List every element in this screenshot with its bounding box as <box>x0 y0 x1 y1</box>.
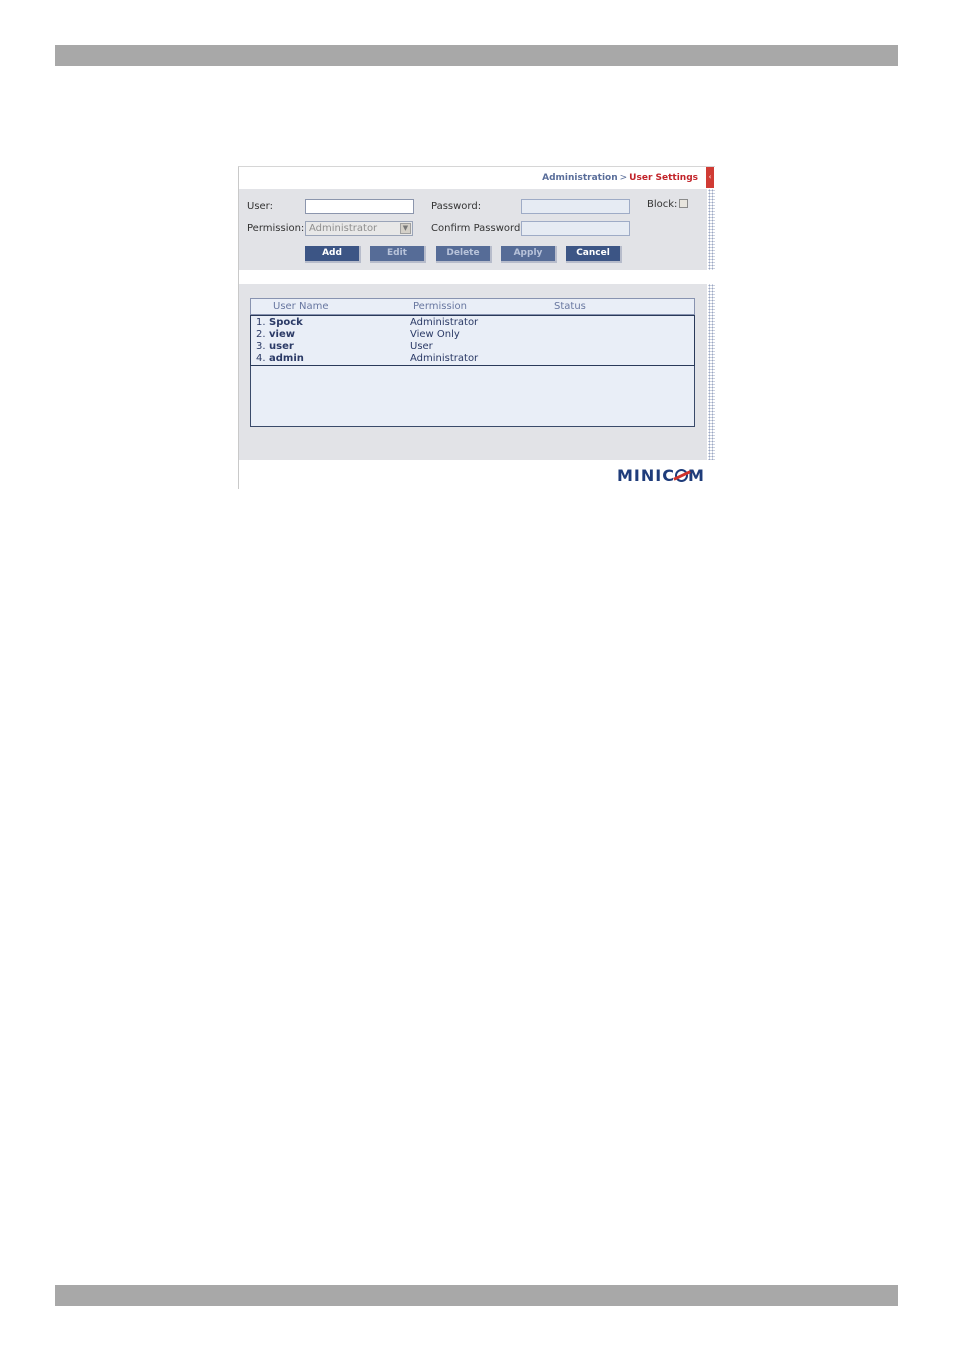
user-input[interactable] <box>305 199 414 214</box>
table-row[interactable]: 1. Spock Administrator <box>251 317 691 329</box>
logo-text-start: MINIC <box>617 466 675 485</box>
add-button[interactable]: Add <box>305 246 361 263</box>
password-label: Password: <box>431 201 482 212</box>
breadcrumb: Administration > User Settings <box>542 173 698 183</box>
footer-bar <box>55 1285 898 1306</box>
collapse-tab[interactable]: ‹ <box>706 167 714 188</box>
column-header-status[interactable]: Status <box>554 301 586 312</box>
user-label: User: <box>247 201 273 212</box>
block-checkbox[interactable] <box>679 199 688 208</box>
user-table: User Name Permission Status 1. Spock Adm… <box>250 298 695 427</box>
row-number: 3. <box>256 341 266 352</box>
table-row[interactable]: 3. user User <box>251 341 691 353</box>
chevron-down-icon[interactable]: ▼ <box>400 223 411 234</box>
breadcrumb-user-settings: User Settings <box>629 173 698 183</box>
row-user-name: Spock <box>269 317 303 328</box>
row-user-name: user <box>269 341 294 352</box>
row-number: 2. <box>256 329 266 340</box>
row-permission: View Only <box>410 329 460 340</box>
row-number: 4. <box>256 353 266 364</box>
block-label: Block: <box>647 199 678 210</box>
table-row[interactable]: 4. admin Administrator <box>251 353 691 365</box>
permission-label: Permission: <box>247 223 305 234</box>
row-permission: Administrator <box>410 353 479 364</box>
password-input[interactable] <box>521 199 630 214</box>
user-settings-window: Administration > User Settings ‹ User: Pas… <box>238 166 715 489</box>
confirm-password-label: Confirm Password: <box>431 223 524 234</box>
table-body: 1. Spock Administrator 2. view View Only… <box>250 315 695 366</box>
form-panel-border <box>708 189 715 270</box>
breadcrumb-separator: > <box>619 173 628 183</box>
list-panel-border <box>708 284 715 460</box>
row-permission: User <box>410 341 433 352</box>
permission-select[interactable]: Administrator ▼ <box>305 221 413 236</box>
permission-select-value: Administrator <box>309 223 378 234</box>
delete-button[interactable]: Delete <box>436 246 492 263</box>
header-bar <box>55 45 898 66</box>
row-number: 1. <box>256 317 266 328</box>
confirm-password-input[interactable] <box>521 221 630 236</box>
table-header: User Name Permission Status <box>250 298 695 315</box>
apply-button[interactable]: Apply <box>501 246 557 263</box>
table-row[interactable]: 2. view View Only <box>251 329 691 341</box>
row-user-name: admin <box>269 353 304 364</box>
user-list-panel: User Name Permission Status 1. Spock Adm… <box>239 284 707 460</box>
logo-text-end: M <box>687 466 705 485</box>
breadcrumb-administration[interactable]: Administration <box>542 173 618 183</box>
column-header-permission[interactable]: Permission <box>413 301 467 312</box>
logo-globe-icon <box>674 469 688 482</box>
column-header-user-name[interactable]: User Name <box>273 301 328 312</box>
minicom-logo: MINIC M <box>617 466 705 485</box>
cancel-button[interactable]: Cancel <box>566 246 622 263</box>
row-user-name: view <box>269 329 295 340</box>
row-permission: Administrator <box>410 317 479 328</box>
edit-button[interactable]: Edit <box>370 246 426 263</box>
